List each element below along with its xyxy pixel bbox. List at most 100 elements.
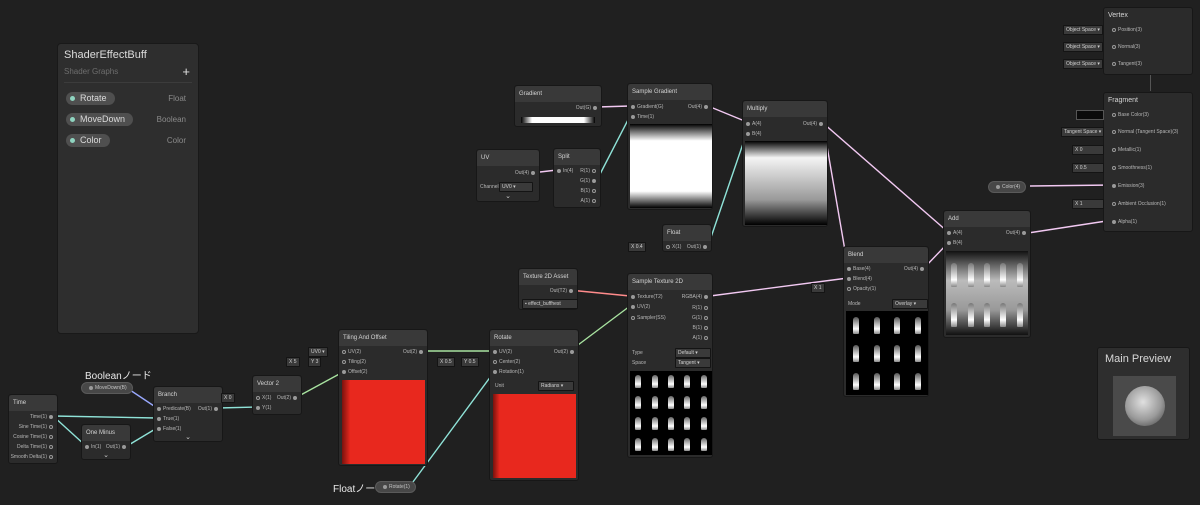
preview-viewport[interactable] (1113, 376, 1176, 436)
main-preview-panel[interactable]: Main Preview (1097, 347, 1190, 440)
port-smoothness[interactable]: Smoothness(1) (1110, 165, 1152, 172)
port-blend[interactable]: Blend(4) (845, 276, 872, 283)
property-row-color[interactable]: Color Color (66, 134, 190, 148)
port-g[interactable]: G(1) (692, 315, 710, 322)
smoothness-field[interactable]: X 0.5 (1072, 163, 1104, 173)
gradient-field[interactable] (521, 117, 595, 123)
property-pill[interactable]: MoveDown (66, 113, 134, 126)
port-x[interactable]: X(1) (254, 395, 271, 402)
port-y[interactable]: Y(1) (254, 405, 271, 412)
port-sine-time[interactable]: Sine Time(1) (19, 424, 55, 431)
add-node[interactable]: Add A(4) B(4) Out(4) (943, 210, 1031, 338)
vertex-tangent-space-select[interactable]: Object Space ▾ (1063, 59, 1103, 69)
port-texture[interactable]: Texture(T2) (629, 294, 663, 301)
port-position[interactable]: Position(3) (1110, 27, 1142, 34)
port-predicate[interactable]: Predicate(B) (155, 406, 191, 413)
property-row-rotate[interactable]: Rotate Float (66, 92, 190, 106)
port-rgba[interactable]: RGBA(4) (682, 294, 710, 301)
texture-asset-field[interactable]: ▪ effect_buffhest (522, 299, 578, 309)
port-base[interactable]: Base(4) (845, 266, 871, 273)
texture-2d-asset-node[interactable]: Texture 2D Asset Out(T2) ▪ effect_buffhe… (518, 268, 578, 310)
port-uv[interactable]: UV(2) (340, 349, 361, 356)
branch-node[interactable]: Branch Predicate(B) True(1) False(1) Out… (153, 386, 223, 442)
port-b[interactable]: B(4) (945, 240, 962, 247)
port-false[interactable]: False(1) (155, 426, 181, 433)
vertex-position-space-select[interactable]: Object Space ▾ (1063, 25, 1103, 35)
port-out[interactable]: Out(4) (515, 170, 537, 177)
space-select[interactable]: Tangent ▾ (675, 358, 711, 368)
port-center[interactable]: Center(2) (491, 359, 520, 366)
port-uv[interactable]: UV(2) (491, 349, 512, 356)
sample-gradient-node[interactable]: Sample Gradient Gradient(G) Time(1) Out(… (627, 83, 713, 210)
uv-node[interactable]: UV Out(4) Channel UV0 ▾ ⌄ (476, 149, 540, 202)
port-time[interactable]: Time(1) (30, 414, 55, 421)
channel-select[interactable]: UV0 ▾ (499, 182, 533, 192)
port-normal[interactable]: Normal(3) (1110, 44, 1140, 51)
port-out[interactable]: Out(T2) (550, 288, 575, 295)
split-node[interactable]: Split In(4) R(1) G(1) B(1) A(1) (553, 148, 601, 208)
port-rotation[interactable]: Rotation(1) (491, 369, 524, 376)
port-emission[interactable]: Emission(3) (1110, 183, 1144, 190)
tiling-y-field[interactable]: Y 3 (308, 357, 322, 367)
port-r[interactable]: R(1) (692, 305, 710, 312)
port-out[interactable]: Out(G) (576, 105, 599, 112)
port-b[interactable]: B(1) (693, 325, 710, 332)
port-time[interactable]: Time(1) (629, 114, 654, 121)
time-node[interactable]: Time Time(1) Sine Time(1) Cosine Time(1)… (8, 394, 58, 464)
one-minus-node[interactable]: One Minus In(1) Out(1) ⌄ (81, 424, 131, 460)
port-tangent[interactable]: Tangent(3) (1110, 61, 1142, 68)
port-a[interactable]: A(1) (581, 198, 598, 205)
port-tiling[interactable]: Tiling(2) (340, 359, 366, 366)
port-out[interactable]: Out(2) (554, 349, 576, 356)
port-smooth-delta[interactable]: Smooth Delta(1) (11, 454, 55, 461)
property-pill[interactable]: Rotate (66, 92, 115, 105)
vector2-x-field[interactable]: X 0 (221, 393, 235, 403)
port-metallic[interactable]: Metallic(1) (1110, 147, 1141, 154)
port-a[interactable]: A(4) (744, 121, 761, 128)
port-delta-time[interactable]: Delta Time(1) (17, 444, 55, 451)
port-a[interactable]: A(1) (693, 335, 710, 342)
port-offset[interactable]: Offset(2) (340, 369, 367, 376)
rotate-y-field[interactable]: Y 0.5 (461, 357, 479, 367)
vertex-normal-space-select[interactable]: Object Space ▾ (1063, 42, 1103, 52)
type-select[interactable]: Default ▾ (675, 348, 711, 358)
port-r[interactable]: R(1) (580, 168, 598, 175)
property-row-movedown[interactable]: MoveDown Boolean (66, 113, 190, 127)
movedown-property-node[interactable]: MoveDown(B) (81, 382, 133, 394)
port-a[interactable]: A(4) (945, 230, 962, 237)
port-b[interactable]: B(1) (581, 188, 598, 195)
ambient-occlusion-field[interactable]: X 1 (1072, 199, 1104, 209)
port-base-color[interactable]: Base Color(3) (1110, 112, 1149, 119)
float-x-field[interactable]: X 0.4 (628, 242, 646, 252)
plus-icon[interactable]: + (182, 64, 190, 79)
port-out[interactable]: Out(1) (198, 406, 220, 413)
port-cosine-time[interactable]: Cosine Time(1) (13, 434, 55, 441)
port-b[interactable]: B(4) (744, 131, 761, 138)
port-out[interactable]: Out(4) (1006, 230, 1028, 237)
mode-select[interactable]: Overlay ▾ (892, 299, 928, 309)
unit-select[interactable]: Radians ▾ (538, 381, 574, 391)
port-out[interactable]: Out(4) (904, 266, 926, 273)
color-property-node[interactable]: Color(4) (988, 181, 1027, 193)
port-x[interactable]: X(1) (664, 244, 681, 251)
gradient-node[interactable]: Gradient Out(G) (514, 85, 602, 127)
port-ambient-occlusion[interactable]: Ambient Occlusion(1) (1110, 201, 1166, 208)
port-out[interactable]: Out(2) (277, 395, 299, 402)
port-alpha[interactable]: Alpha(1) (1110, 219, 1137, 226)
port-out[interactable]: Out(1) (106, 444, 128, 451)
port-out[interactable]: Out(4) (803, 121, 825, 128)
port-g[interactable]: G(1) (580, 178, 598, 185)
port-true[interactable]: True(1) (155, 416, 179, 423)
multiply-node[interactable]: Multiply A(4) B(4) Out(4) (742, 100, 828, 227)
port-normal-tangent[interactable]: Normal (Tangent Space)(3) (1110, 129, 1178, 136)
port-opacity[interactable]: Opacity(1) (845, 286, 876, 293)
rotate-x-field[interactable]: X 0.5 (437, 357, 455, 367)
sample-texture-2d-node[interactable]: Sample Texture 2D Texture(T2) UV(2) Samp… (627, 273, 713, 458)
chevron-down-icon[interactable]: ⌄ (82, 451, 130, 459)
port-out[interactable]: Out(1) (687, 244, 709, 251)
port-out[interactable]: Out(4) (688, 104, 710, 111)
rotate-node[interactable]: Rotate UV(2) Center(2) Rotation(1) Out(2… (489, 329, 579, 481)
base-color-swatch[interactable] (1076, 110, 1104, 120)
normal-space-select[interactable]: Tangent Space ▾ (1061, 127, 1105, 137)
tiling-uv-select[interactable]: UV0 ▾ (308, 347, 328, 357)
